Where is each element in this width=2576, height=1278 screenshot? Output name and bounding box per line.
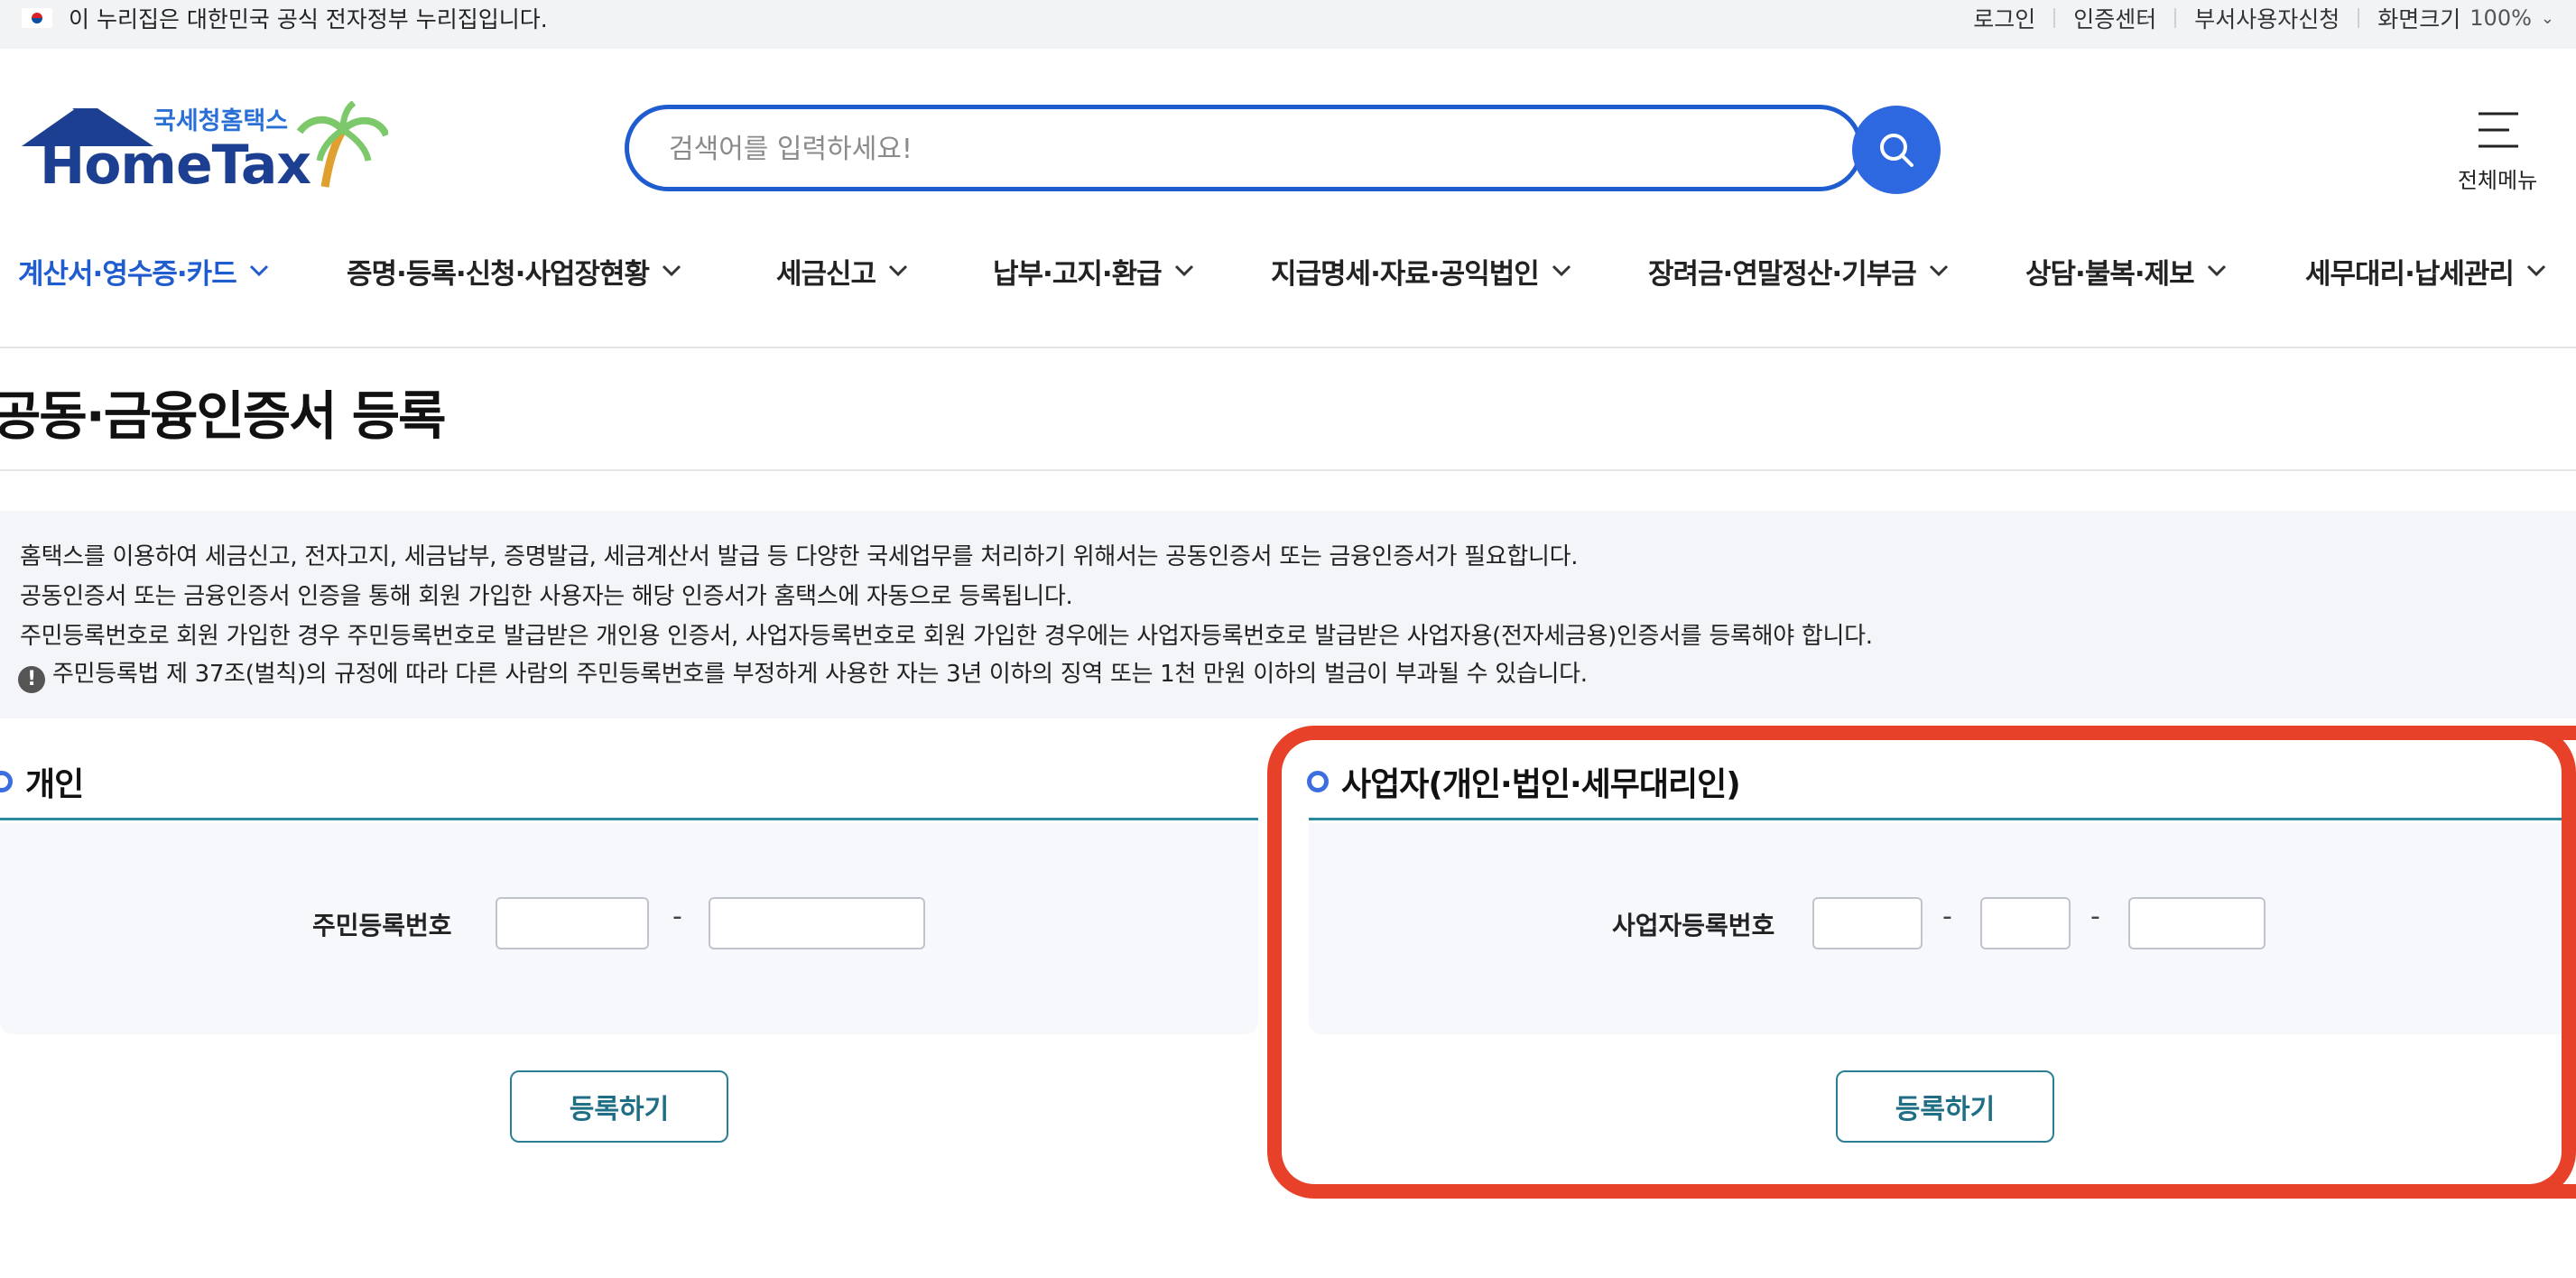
- info-line: 홈택스를 이용하여 세금신고, 전자고지, 세금납부, 증명발급, 세금계산서 …: [20, 543, 1579, 570]
- logo-subtitle: 국세청홈택스: [153, 107, 289, 135]
- nav-divider: [0, 347, 2576, 348]
- nav-label: 지급명세·자료·공익법인: [1271, 257, 1540, 291]
- search-icon: [1880, 134, 1913, 167]
- chevron-down-icon: [1174, 264, 1193, 277]
- individual-panel: 주민등록번호 -: [0, 823, 1258, 1034]
- section-divider: [0, 818, 1258, 820]
- chevron-down-icon[interactable]: ⌄: [2541, 9, 2554, 28]
- resident-number-front-input[interactable]: [496, 897, 649, 949]
- search-button[interactable]: [1852, 106, 1941, 194]
- nav-item-certificate[interactable]: 증명·등록·신청·사업장현황: [347, 244, 681, 298]
- highlight-frame-right: [2522, 726, 2576, 1199]
- nav-item-consult[interactable]: 상담·불복·제보: [2025, 244, 2227, 298]
- dash: -: [672, 901, 682, 932]
- main-nav: 계산서·영수증·카드 증명·등록·신청·사업장현황 세금신고 납부·고지·환급 …: [0, 244, 2576, 298]
- cert-center-link[interactable]: 인증센터: [2073, 2, 2156, 34]
- divider: [2174, 8, 2177, 28]
- nav-item-tax-report[interactable]: 세금신고: [776, 244, 908, 298]
- search-box: [625, 105, 1863, 191]
- gov-banner-text: 이 누리집은 대한민국 공식 전자정부 누리집입니다.: [69, 6, 548, 32]
- nav-label: 세금신고: [776, 257, 876, 291]
- highlight-frame: [1267, 726, 2576, 1199]
- page-title: 공동·금융인증서 등록: [0, 385, 446, 447]
- individual-heading: 개인: [0, 758, 84, 805]
- nav-label: 상담·불복·제보: [2025, 257, 2195, 291]
- chevron-down-icon: [2207, 264, 2226, 277]
- nav-item-incentive[interactable]: 장려금·연말정산·기부금: [1648, 244, 1949, 298]
- divider: [2053, 8, 2056, 28]
- utility-links: 로그인 인증센터 부서사용자신청 화면크기 100% ⌄: [1973, 0, 2554, 36]
- nav-item-agent[interactable]: 세무대리·납세관리: [2305, 244, 2546, 298]
- info-warning-line: ! 주민등록법 제 37조(벌칙)의 규정에 따라 다른 사람의 주민등록번호를 …: [18, 655, 1588, 693]
- nav-label: 납부·고지·환급: [993, 257, 1163, 291]
- gov-banner-left: 이 누리집은 대한민국 공식 전자정부 누리집입니다.: [22, 0, 548, 36]
- chevron-down-icon: [2526, 264, 2545, 277]
- nav-label: 계산서·영수증·카드: [18, 257, 237, 291]
- info-warning-text: 주민등록법 제 37조(벌칙)의 규정에 따라 다른 사람의 주민등록번호를 부…: [52, 661, 1588, 688]
- info-box: 홈택스를 이용하여 세금신고, 전자고지, 세금납부, 증명발급, 세금계산서 …: [0, 511, 2576, 718]
- zoom-value[interactable]: 100%: [2469, 5, 2532, 31]
- info-line: 공동인증서 또는 금융인증서 인증을 통해 회원 가입한 사용자는 해당 인증서…: [20, 583, 1073, 610]
- divider: [2358, 8, 2360, 28]
- chevron-down-icon: [889, 264, 908, 277]
- nav-item-invoice[interactable]: 계산서·영수증·카드: [18, 244, 269, 298]
- korea-flag-icon: [22, 8, 52, 28]
- individual-register-button[interactable]: 등록하기: [510, 1070, 728, 1143]
- title-divider: [0, 469, 2576, 471]
- nav-item-statement[interactable]: 지급명세·자료·공익법인: [1271, 244, 1571, 298]
- nav-label: 증명·등록·신청·사업장현황: [347, 257, 650, 291]
- resident-number-back-input[interactable]: [709, 897, 925, 949]
- chevron-down-icon: [1552, 264, 1571, 277]
- dept-user-link[interactable]: 부서사용자신청: [2194, 2, 2340, 34]
- individual-heading-text: 개인: [25, 766, 84, 803]
- nav-label: 세무대리·납세관리: [2305, 257, 2515, 291]
- chevron-down-icon: [249, 264, 268, 277]
- chevron-down-icon: [663, 264, 681, 277]
- nav-item-payment[interactable]: 납부·고지·환급: [993, 244, 1194, 298]
- hometax-logo[interactable]: 국세청홈택스 HomeTax: [18, 100, 390, 200]
- logo-name: HomeTax: [40, 134, 311, 197]
- full-menu-button[interactable]: 전체메뉴: [2448, 101, 2547, 200]
- bullet-icon: [0, 771, 13, 792]
- nav-label: 장려금·연말정산·기부금: [1648, 257, 1917, 291]
- chevron-down-icon: [1929, 264, 1948, 277]
- resident-number-label: 주민등록번호: [312, 911, 452, 940]
- zoom-label: 화면크기: [2377, 6, 2461, 32]
- search-input[interactable]: [667, 109, 1754, 189]
- full-menu-label: 전체메뉴: [2457, 168, 2538, 193]
- login-link[interactable]: 로그인: [1973, 2, 2035, 34]
- gov-banner: 이 누리집은 대한민국 공식 전자정부 누리집입니다. 로그인 인증센터 부서사…: [0, 0, 2576, 49]
- info-line: 주민등록번호로 회원 가입한 경우 주민등록번호로 발급받은 개인용 인증서, …: [20, 623, 1873, 650]
- hamburger-icon: [2479, 112, 2518, 148]
- exclamation-icon: !: [18, 666, 45, 693]
